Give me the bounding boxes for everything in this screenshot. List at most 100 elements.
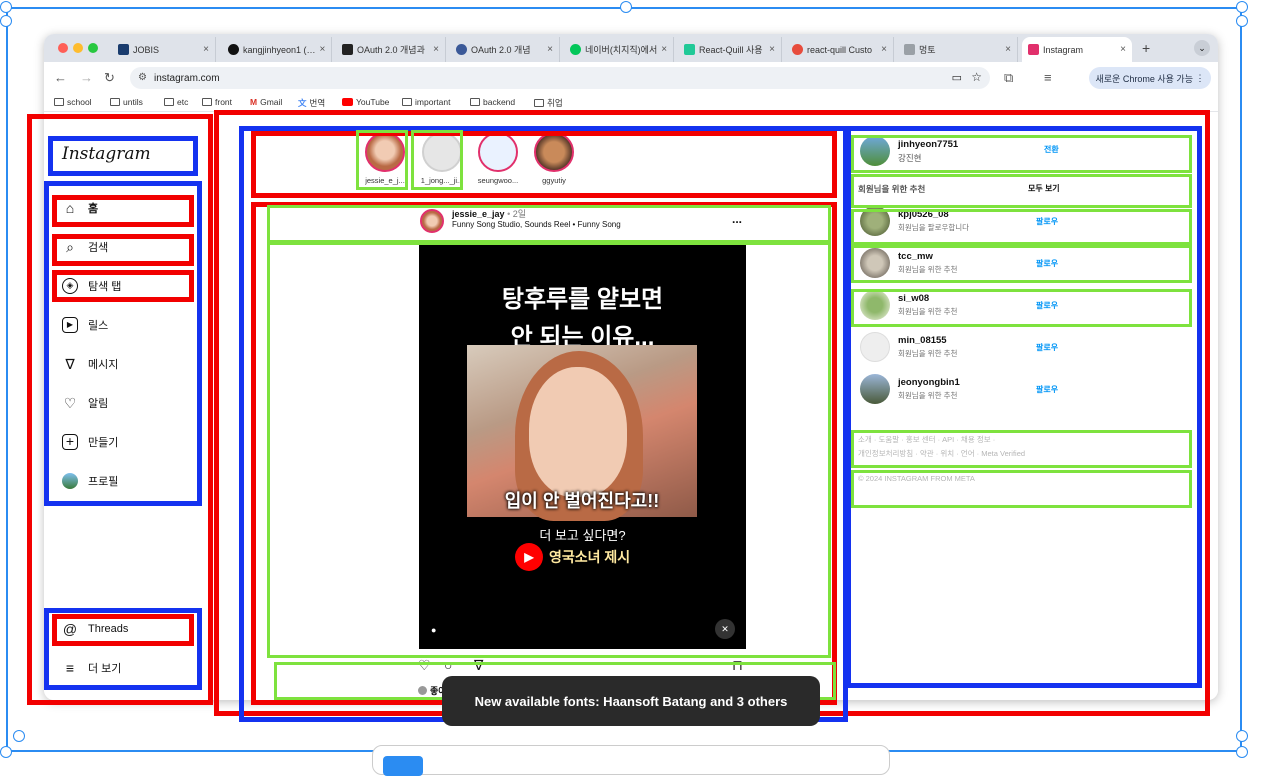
mute-icon[interactable]: ✕: [715, 619, 735, 639]
resize-handle[interactable]: [0, 15, 12, 27]
bookmark-item[interactable]: M Gmail: [250, 97, 282, 107]
bookmark-item[interactable]: 취업: [534, 97, 563, 109]
save-icon[interactable]: ⊓: [732, 657, 743, 674]
share-icon[interactable]: ∇: [474, 657, 483, 674]
tab-search-icon[interactable]: ⌄: [1194, 40, 1210, 56]
suggestion-username[interactable]: si_w08: [898, 293, 957, 304]
suggestion-avatar[interactable]: [860, 206, 890, 236]
minimize-window-button[interactable]: [73, 43, 83, 53]
cast-icon[interactable]: ▭: [952, 71, 962, 84]
follow-button[interactable]: 팔로우: [1036, 342, 1058, 353]
browser-tab[interactable]: JOBIS ×: [112, 37, 216, 62]
suggestion-avatar[interactable]: [860, 374, 890, 404]
nav-create[interactable]: + 만들기: [62, 434, 118, 450]
address-bar[interactable]: ⚙ instagram.com ▭ ☆: [130, 67, 990, 89]
bookmark-item[interactable]: YouTube: [342, 97, 389, 107]
post-more-options-button[interactable]: ...: [732, 212, 742, 226]
nav-explore[interactable]: ◈ 탐색 탭: [62, 278, 121, 294]
nav-more[interactable]: ≡ 더 보기: [62, 660, 122, 676]
bookmark-item[interactable]: untils: [110, 97, 143, 107]
bookmark-item[interactable]: 文 번역: [298, 97, 325, 109]
instagram-logo[interactable]: Instagram: [62, 144, 151, 164]
suggestion-username[interactable]: kpj0526_08: [898, 209, 969, 220]
tagged-user-icon[interactable]: ●: [431, 625, 436, 635]
resize-handle[interactable]: [0, 1, 12, 13]
browser-tab[interactable]: OAuth 2.0 개념과 ×: [336, 37, 446, 62]
resize-handle[interactable]: [0, 746, 12, 758]
close-tab-icon[interactable]: ×: [881, 44, 887, 55]
extensions-icon[interactable]: ⧉: [1004, 70, 1013, 86]
resize-handle[interactable]: [13, 730, 25, 742]
reload-icon[interactable]: ↻: [104, 70, 115, 86]
close-window-button[interactable]: [58, 43, 68, 53]
nav-reels[interactable]: ▶ 릴스: [62, 317, 108, 333]
suggestion-avatar[interactable]: [860, 248, 890, 278]
browser-tab[interactable]: 네이버(치지직)에서 ×: [564, 37, 674, 62]
nav-search[interactable]: ⌕ 검색: [62, 239, 108, 255]
close-tab-icon[interactable]: ×: [547, 44, 553, 55]
comment-icon[interactable]: ○: [444, 657, 452, 673]
post-audio[interactable]: Funny Song Studio, Sounds Reel • Funny S…: [452, 220, 621, 229]
close-tab-icon[interactable]: ×: [1120, 44, 1126, 55]
chrome-update-button[interactable]: 새로운 Chrome 사용 가능 ⋮: [1089, 67, 1211, 89]
browser-tab[interactable]: react-quill Custo ×: [786, 37, 894, 62]
browser-tab[interactable]: kangjinhyeon1 (… ×: [222, 37, 332, 62]
nav-notifications[interactable]: ♡ 알림: [62, 395, 109, 411]
close-tab-icon[interactable]: ×: [769, 44, 775, 55]
footer-links[interactable]: 소개 · 도움말 · 홍보 센터 · API · 채용 정보 ·: [858, 434, 995, 445]
browser-tab[interactable]: React-Quill 사용 ×: [678, 37, 782, 62]
back-icon[interactable]: ←: [54, 70, 67, 85]
bookmark-item[interactable]: important: [402, 97, 450, 107]
see-all-button[interactable]: 모두 보기: [1028, 183, 1060, 194]
resize-handle[interactable]: [1236, 730, 1248, 742]
close-tab-icon[interactable]: ×: [661, 44, 667, 55]
forward-icon[interactable]: →: [80, 70, 93, 85]
bookmark-item[interactable]: backend: [470, 97, 515, 107]
story-item[interactable]: jessie_e_j...: [360, 132, 410, 185]
follow-button[interactable]: 팔로우: [1036, 258, 1058, 269]
close-tab-icon[interactable]: ×: [203, 44, 209, 55]
new-tab-button[interactable]: +: [1142, 40, 1150, 56]
close-tab-icon[interactable]: ×: [1005, 44, 1011, 55]
resize-handle[interactable]: [1236, 15, 1248, 27]
suggestion-avatar[interactable]: [860, 332, 890, 362]
nav-threads[interactable]: @ Threads: [62, 621, 128, 637]
story-item[interactable]: seungwoo...: [473, 132, 523, 185]
suggestion-avatar[interactable]: [860, 290, 890, 320]
suggestion-username[interactable]: jeonyongbin1: [898, 377, 960, 388]
resize-handle[interactable]: [1236, 1, 1248, 13]
story-item[interactable]: 1_jong..._ji...: [417, 132, 467, 185]
footer-links[interactable]: 개인정보처리방침 · 약관 · 위치 · 언어 · Meta Verified: [858, 448, 1025, 459]
like-icon[interactable]: ♡: [418, 657, 431, 674]
resize-handle[interactable]: [620, 1, 632, 13]
story-item[interactable]: ggyutiy: [529, 132, 579, 185]
post-author[interactable]: jessie_e_jay: [452, 209, 505, 219]
bookmark-item[interactable]: front: [202, 97, 232, 107]
bookmark-item[interactable]: etc: [164, 97, 188, 107]
site-settings-icon[interactable]: ⚙: [138, 72, 147, 83]
bookmark-star-icon[interactable]: ☆: [971, 70, 982, 84]
close-tab-icon[interactable]: ×: [433, 44, 439, 55]
nav-messages[interactable]: ∇ 메시지: [62, 356, 118, 372]
follow-button[interactable]: 팔로우: [1036, 300, 1058, 311]
suggestion-username[interactable]: tcc_mw: [898, 251, 957, 262]
follow-button[interactable]: 팔로우: [1036, 384, 1058, 395]
nav-home[interactable]: ⌂ 홈: [62, 200, 98, 216]
current-username[interactable]: jinhyeon7751: [898, 139, 958, 150]
browser-tab[interactable]: 멍토 ×: [898, 37, 1018, 62]
current-user-avatar[interactable]: [860, 136, 890, 166]
nav-profile[interactable]: 프로필: [62, 473, 118, 489]
browser-tab[interactable]: OAuth 2.0 개념 ×: [450, 37, 560, 62]
bookmark-item[interactable]: school: [54, 97, 92, 107]
follow-button[interactable]: 팔로우: [1036, 216, 1058, 227]
reel-video[interactable]: 탕후루를 얕보면 안 되는 이유... 입이 안 벌어진다고!! 더 보고 싶다…: [419, 245, 746, 649]
reading-list-icon[interactable]: ≡: [1044, 70, 1052, 85]
suggestion-username[interactable]: min_08155: [898, 335, 957, 346]
font-notification-toast[interactable]: New available fonts: Haansoft Batang and…: [442, 676, 820, 726]
post-author-avatar[interactable]: [420, 209, 444, 233]
resize-handle[interactable]: [1236, 746, 1248, 758]
maximize-window-button[interactable]: [88, 43, 98, 53]
close-tab-icon[interactable]: ×: [320, 44, 326, 55]
switch-account-button[interactable]: 전환: [1044, 144, 1059, 155]
browser-tab-active[interactable]: Instagram ×: [1022, 37, 1132, 62]
